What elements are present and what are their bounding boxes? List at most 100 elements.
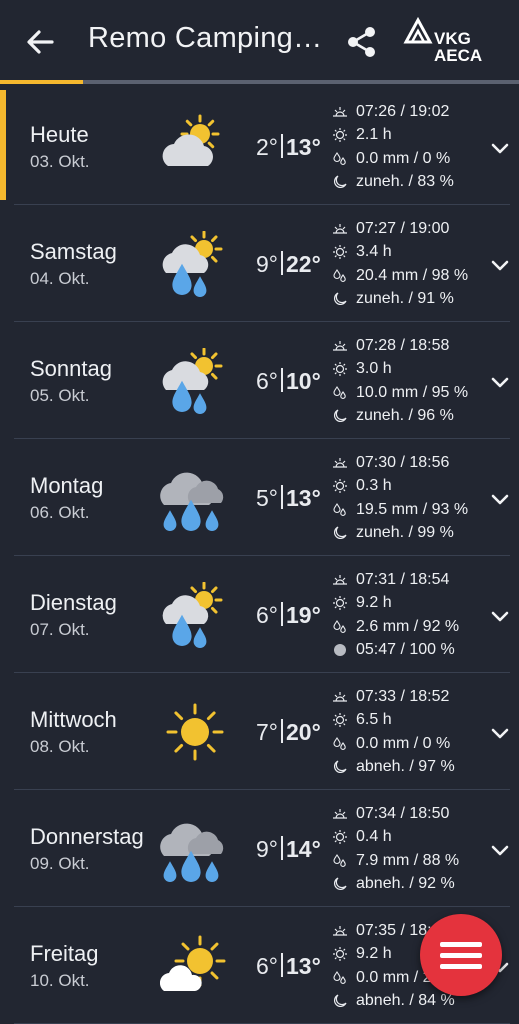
sun-cloud-rain-icon bbox=[162, 231, 223, 297]
active-tab-indicator bbox=[0, 80, 83, 84]
sunrise-sunset-text: 07:28 / 18:58 bbox=[356, 336, 450, 354]
precipitation-text: 10.0 mm / 95 % bbox=[356, 383, 469, 401]
precipitation-text: 19.5 mm / 93 % bbox=[356, 500, 469, 518]
moon-text: zuneh. / 99 % bbox=[356, 524, 454, 542]
temp-max: 10° bbox=[286, 368, 321, 394]
forecast-day-row[interactable]: Montag 06. Okt. 5° 13° 07:30 / 18:56 0.3 … bbox=[14, 439, 510, 556]
day-name: Freitag bbox=[30, 941, 99, 966]
sunshine-duration-icon bbox=[333, 128, 347, 143]
precipitation-text: 7.9 mm / 88 % bbox=[356, 851, 460, 869]
precipitation-text: 20.4 mm / 98 % bbox=[356, 266, 469, 284]
temp-min: 5° bbox=[256, 485, 278, 511]
day-name: Montag bbox=[30, 473, 104, 498]
temp-min: 9° bbox=[256, 836, 278, 862]
day-details: 07:26 / 19:02 2.1 h 0.0 mm / 0 % zuneh. … bbox=[332, 100, 492, 194]
moon-text: zuneh. / 83 % bbox=[356, 173, 454, 191]
temperature-range: 9° 22° bbox=[256, 251, 321, 278]
heavy-rain-icon bbox=[160, 472, 224, 531]
precipitation-icon bbox=[333, 619, 346, 633]
sunrise-sunset-icon bbox=[333, 106, 347, 117]
chevron-down-icon[interactable] bbox=[488, 136, 512, 160]
sun-behind-cloud-icon bbox=[160, 935, 226, 991]
sun-icon bbox=[166, 703, 224, 761]
precipitation-icon bbox=[333, 502, 346, 516]
day-date: 07. Okt. bbox=[30, 620, 90, 639]
day-name: Dienstag bbox=[30, 590, 117, 615]
day-name: Samstag bbox=[30, 239, 117, 264]
moon-text: zuneh. / 91 % bbox=[356, 290, 454, 308]
temp-min: 7° bbox=[256, 719, 278, 745]
chevron-down-icon[interactable] bbox=[488, 487, 512, 511]
temp-max: 13° bbox=[286, 485, 321, 511]
sunrise-sunset-text: 07:27 / 19:00 bbox=[356, 219, 450, 237]
sunshine-text: 9.2 h bbox=[356, 945, 392, 963]
sunrise-sunset-text: 07:26 / 19:02 bbox=[356, 102, 450, 120]
sunshine-duration-icon bbox=[333, 479, 347, 494]
sunshine-duration-icon bbox=[333, 362, 347, 377]
temp-max: 13° bbox=[286, 953, 321, 979]
sunshine-duration-icon bbox=[333, 830, 347, 845]
logo-text: VKG AECA bbox=[434, 29, 483, 65]
forecast-day-row[interactable]: Dienstag 07. Okt. 6° 19° 07:31 / 18:54 9.… bbox=[14, 556, 510, 673]
precipitation-icon bbox=[333, 151, 346, 165]
temp-min: 6° bbox=[256, 602, 278, 628]
day-name: Donnerstag bbox=[30, 824, 144, 849]
sunrise-sunset-icon bbox=[333, 457, 347, 468]
full-moon-icon bbox=[334, 644, 346, 657]
moon-text: abneh. / 97 % bbox=[356, 758, 455, 776]
moon-waning-icon bbox=[334, 877, 347, 891]
precipitation-text: 0.0 mm / 2 bbox=[356, 968, 432, 986]
temp-min: 9° bbox=[256, 251, 278, 277]
precipitation-text: 2.6 mm / 92 % bbox=[356, 617, 460, 635]
forecast-day-row[interactable]: Sonntag 05. Okt. 6° 10° 07:28 / 18:58 3.0… bbox=[14, 322, 510, 439]
forecast-list: Heute 03. Okt. 2° 13° 07:26 / 19:02 2.1 h… bbox=[0, 88, 519, 1024]
day-details: 07:33 / 18:52 6.5 h 0.0 mm / 0 % abneh. … bbox=[332, 685, 492, 779]
sunshine-text: 0.4 h bbox=[356, 828, 392, 846]
sunshine-text: 2.1 h bbox=[356, 126, 392, 144]
precipitation-icon bbox=[333, 853, 346, 867]
chevron-down-icon[interactable] bbox=[488, 253, 512, 277]
moon-waning-icon bbox=[334, 760, 347, 774]
forecast-day-row[interactable]: Donnerstag 09. Okt. 9° 14° 07:34 / 18:50 … bbox=[14, 790, 510, 907]
day-details: 07:34 / 18:50 0.4 h 7.9 mm / 88 % abneh.… bbox=[332, 802, 492, 896]
day-date: 03. Okt. bbox=[30, 152, 90, 171]
day-details: 07:27 / 19:00 3.4 h 20.4 mm / 98 % zuneh… bbox=[332, 217, 492, 311]
sunrise-sunset-icon bbox=[333, 808, 347, 819]
app-header: Remo Camping… VKG AECA bbox=[0, 0, 519, 84]
share-icon[interactable] bbox=[344, 24, 380, 60]
tab-indicator-bar bbox=[0, 80, 519, 84]
moon-text: abneh. / 84 % bbox=[356, 992, 455, 1010]
sunrise-sunset-icon bbox=[333, 574, 347, 585]
day-name: Mittwoch bbox=[30, 707, 117, 732]
temperature-range: 6° 19° bbox=[256, 602, 321, 629]
chevron-down-icon[interactable] bbox=[488, 721, 512, 745]
precipitation-icon bbox=[333, 736, 346, 750]
chevron-down-icon[interactable] bbox=[488, 838, 512, 862]
back-arrow-icon[interactable] bbox=[22, 24, 58, 60]
sunrise-sunset-icon bbox=[333, 925, 347, 936]
sunshine-duration-icon bbox=[333, 713, 347, 728]
day-date: 06. Okt. bbox=[30, 503, 90, 522]
partly-cloudy-icon bbox=[162, 114, 220, 166]
forecast-day-row[interactable]: Samstag 04. Okt. 9° 22° 07:27 / 19:00 3.4… bbox=[14, 205, 510, 322]
sunshine-duration-icon bbox=[333, 596, 347, 611]
moon-waxing-icon bbox=[334, 526, 347, 540]
menu-fab-button[interactable] bbox=[420, 914, 502, 996]
moon-waxing-icon bbox=[334, 292, 347, 306]
day-name: Sonntag bbox=[30, 356, 112, 381]
precipitation-icon bbox=[333, 385, 346, 399]
sunrise-sunset-text: 07:31 / 18:54 bbox=[356, 570, 450, 588]
precipitation-icon bbox=[333, 970, 346, 984]
day-date: 08. Okt. bbox=[30, 737, 90, 756]
moon-waxing-icon bbox=[334, 175, 347, 189]
sun-cloud-rain-icon bbox=[162, 348, 223, 414]
day-name: Heute bbox=[30, 122, 89, 147]
chevron-down-icon[interactable] bbox=[488, 604, 512, 628]
sunrise-sunset-text: 07:33 / 18:52 bbox=[356, 687, 450, 705]
sun-cloud-rain-icon bbox=[162, 582, 223, 648]
chevron-down-icon[interactable] bbox=[488, 370, 512, 394]
forecast-day-row[interactable]: Mittwoch 08. Okt. 7° 20° 07:33 / 18:52 6.… bbox=[14, 673, 510, 790]
sunrise-sunset-icon bbox=[333, 340, 347, 351]
moon-waning-icon bbox=[334, 994, 347, 1008]
forecast-day-row[interactable]: Heute 03. Okt. 2° 13° 07:26 / 19:02 2.1 h… bbox=[0, 88, 512, 205]
